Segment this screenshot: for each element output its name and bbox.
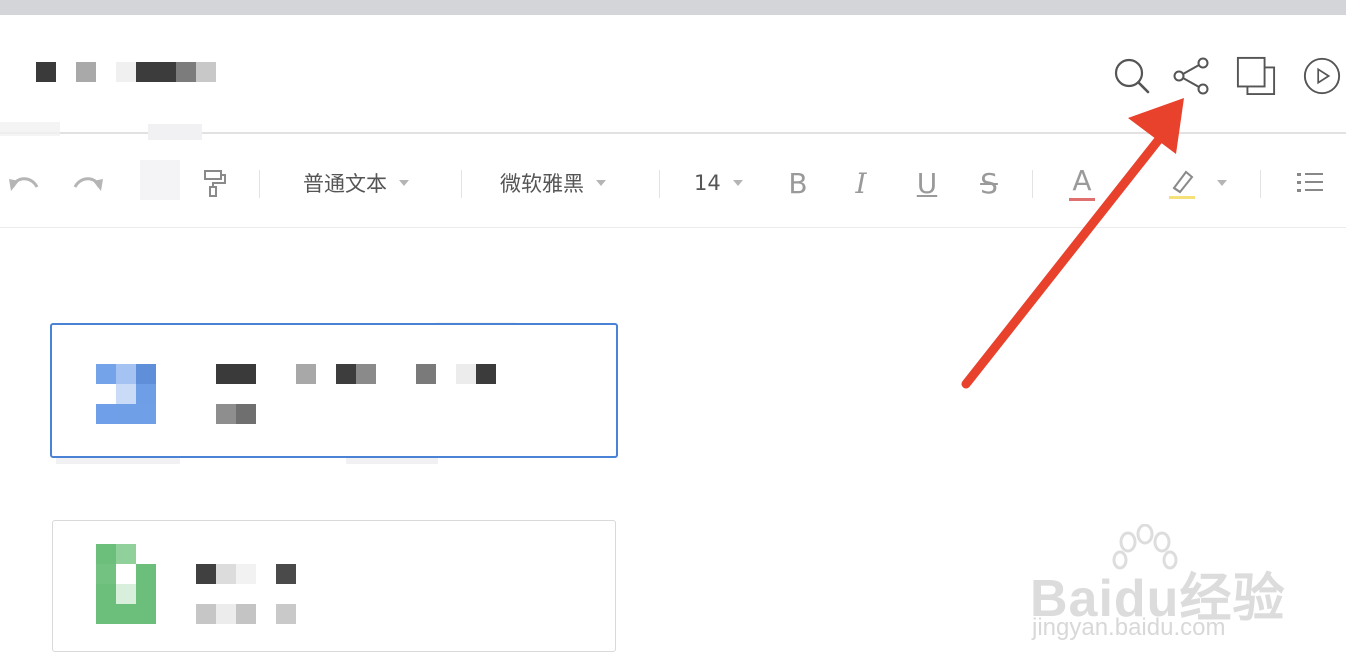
text-style-value: 普通文本	[303, 172, 387, 196]
underline-label: U	[916, 166, 938, 200]
font-size-dropdown[interactable]: 14	[694, 160, 743, 206]
share-icon[interactable]	[1171, 56, 1211, 96]
strikethrough-label: S	[980, 166, 998, 200]
play-icon[interactable]	[1302, 56, 1342, 96]
highlight-icon[interactable]	[1164, 162, 1200, 204]
chevron-down-icon[interactable]	[1217, 180, 1227, 186]
toolbar-separator	[461, 170, 462, 198]
underline-button[interactable]: U	[909, 162, 945, 204]
highlight-swatch	[1169, 195, 1195, 199]
strikethrough-button[interactable]: S	[971, 162, 1007, 204]
italic-label: I	[855, 166, 867, 200]
toolbar-separator	[1032, 170, 1033, 198]
font-color-swatch	[1069, 197, 1095, 201]
format-painter-icon[interactable]	[196, 162, 232, 204]
list-icon[interactable]	[1292, 162, 1328, 204]
toolbar-separator	[259, 170, 260, 198]
bold-button[interactable]: B	[780, 162, 816, 204]
chevron-down-icon	[399, 180, 409, 186]
search-icon[interactable]	[1112, 56, 1152, 96]
chevron-down-icon	[732, 180, 743, 186]
copy-window-icon[interactable]	[1236, 56, 1276, 96]
window-top-strip	[0, 0, 1346, 15]
toolbar-separator	[1260, 170, 1261, 198]
bold-label: B	[788, 166, 808, 200]
watermark-url: jingyan.baidu.com	[1032, 614, 1226, 641]
chevron-down-icon	[596, 180, 606, 186]
text-style-dropdown[interactable]: 普通文本	[303, 160, 409, 206]
font-size-value: 14	[694, 171, 721, 195]
font-color-label: A	[1072, 163, 1092, 197]
font-family-dropdown[interactable]: 微软雅黑	[500, 160, 606, 206]
baidu-watermark: Baidu经验 jingyan.baidu.com	[1030, 524, 1330, 648]
toolbar-separator	[659, 170, 660, 198]
undo-icon[interactable]	[6, 162, 42, 204]
font-color-button[interactable]: A	[1064, 162, 1100, 204]
font-family-value: 微软雅黑	[500, 172, 584, 196]
italic-button[interactable]: I	[843, 162, 879, 204]
redo-icon[interactable]	[70, 162, 106, 204]
